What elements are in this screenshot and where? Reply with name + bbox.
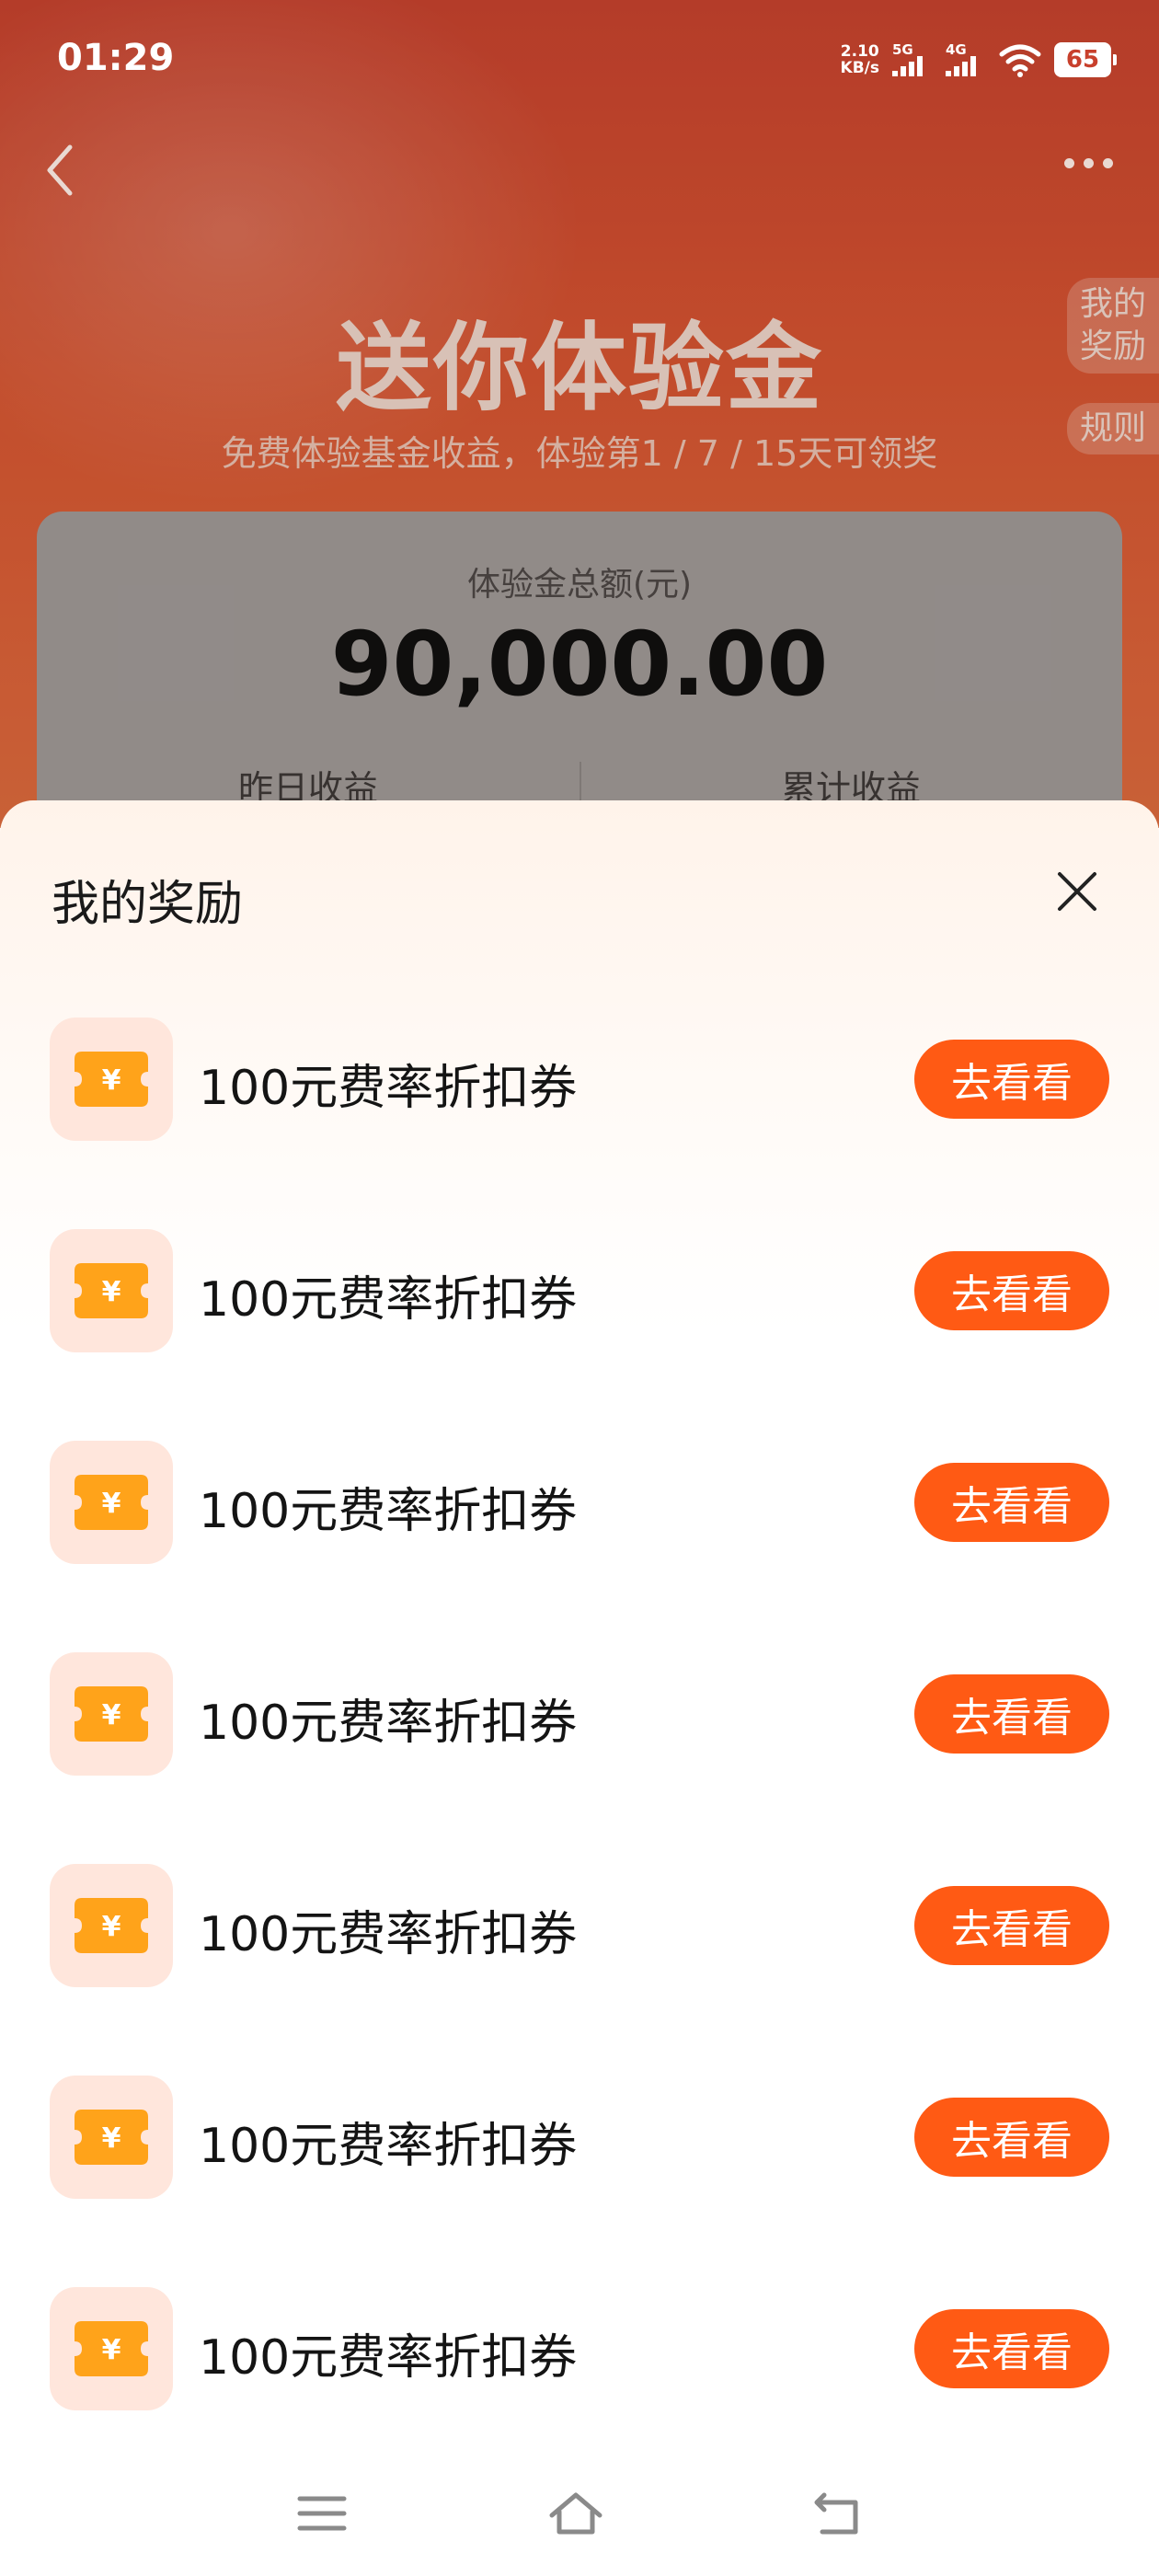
menu-icon[interactable] — [294, 2486, 350, 2541]
view-reward-button[interactable]: 去看看 — [914, 1674, 1109, 1754]
reward-name: 100元费率折扣券 — [199, 2119, 578, 2174]
close-icon[interactable] — [1054, 868, 1100, 914]
background-page: 01:29 2.10 KB/s 5G 4G 65 送你体验金 免费体验基金收益，… — [0, 0, 1159, 828]
reward-list: ¥ 100元费率折扣券 去看看 ¥ 100元费率折扣券 去看看 ¥ 100元费率… — [0, 1018, 1159, 2499]
view-reward-button[interactable]: 去看看 — [914, 1040, 1109, 1119]
reward-name: 100元费率折扣券 — [199, 1272, 578, 1328]
svg-text:¥: ¥ — [102, 1064, 121, 1097]
network-speed: 2.10 KB/s — [841, 43, 879, 76]
home-icon[interactable] — [548, 2486, 603, 2541]
sheet-title: 我的奖励 — [52, 877, 244, 932]
chevron-left-icon[interactable] — [37, 138, 83, 202]
status-time: 01:29 — [57, 37, 175, 79]
system-nav-bar — [0, 2447, 1159, 2576]
coupon-yuan-icon: ¥ — [50, 2287, 173, 2410]
reward-name: 100元费率折扣券 — [199, 2330, 578, 2386]
coupon-yuan-icon: ¥ — [50, 1864, 173, 1987]
list-item: ¥ 100元费率折扣券 去看看 — [0, 2076, 1159, 2287]
list-item: ¥ 100元费率折扣券 去看看 — [0, 1229, 1159, 1441]
list-item: ¥ 100元费率折扣券 去看看 — [0, 1441, 1159, 1652]
svg-text:¥: ¥ — [102, 2334, 121, 2366]
back-icon[interactable] — [809, 2486, 865, 2541]
coupon-yuan-icon: ¥ — [50, 1018, 173, 1141]
view-reward-button[interactable]: 去看看 — [914, 2309, 1109, 2388]
reward-name: 100元费率折扣券 — [199, 1696, 578, 1751]
coupon-yuan-icon: ¥ — [50, 2076, 173, 2199]
list-item: ¥ 100元费率折扣券 去看看 — [0, 1652, 1159, 1864]
status-bar: 01:29 2.10 KB/s 5G 4G 65 — [0, 0, 1159, 120]
view-reward-button[interactable]: 去看看 — [914, 1886, 1109, 1965]
list-item: ¥ 100元费率折扣券 去看看 — [0, 1018, 1159, 1229]
rewards-sheet: 我的奖励 ¥ 100元费率折扣券 去看看 ¥ 100元费率折扣券 去看看 ¥ 1… — [0, 800, 1159, 2576]
more-dots-icon[interactable] — [1064, 158, 1113, 168]
reward-name: 100元费率折扣券 — [199, 1061, 578, 1116]
reward-name: 100元费率折扣券 — [199, 1907, 578, 1962]
view-reward-button[interactable]: 去看看 — [914, 1463, 1109, 1542]
signal-4g-icon: 4G — [946, 41, 986, 78]
wifi-icon — [999, 44, 1041, 77]
status-icons: 2.10 KB/s 5G 4G 65 — [841, 37, 1117, 83]
list-item: ¥ 100元费率折扣券 去看看 — [0, 1864, 1159, 2076]
svg-text:¥: ¥ — [102, 1276, 121, 1308]
dim-overlay[interactable] — [0, 0, 1159, 828]
svg-text:¥: ¥ — [102, 1911, 121, 1943]
battery-icon: 65 — [1054, 42, 1117, 77]
svg-text:¥: ¥ — [102, 1488, 121, 1520]
coupon-yuan-icon: ¥ — [50, 1652, 173, 1776]
signal-5g-icon: 5G — [892, 41, 933, 78]
svg-text:¥: ¥ — [102, 1699, 121, 1731]
view-reward-button[interactable]: 去看看 — [914, 2098, 1109, 2177]
reward-name: 100元费率折扣券 — [199, 1484, 578, 1539]
view-reward-button[interactable]: 去看看 — [914, 1251, 1109, 1330]
battery-level: 65 — [1065, 46, 1100, 74]
coupon-yuan-icon: ¥ — [50, 1229, 173, 1352]
coupon-yuan-icon: ¥ — [50, 1441, 173, 1564]
network-speed-value: 2.10 — [840, 42, 879, 61]
svg-text:¥: ¥ — [102, 2122, 121, 2155]
network-speed-unit: KB/s — [840, 59, 879, 77]
